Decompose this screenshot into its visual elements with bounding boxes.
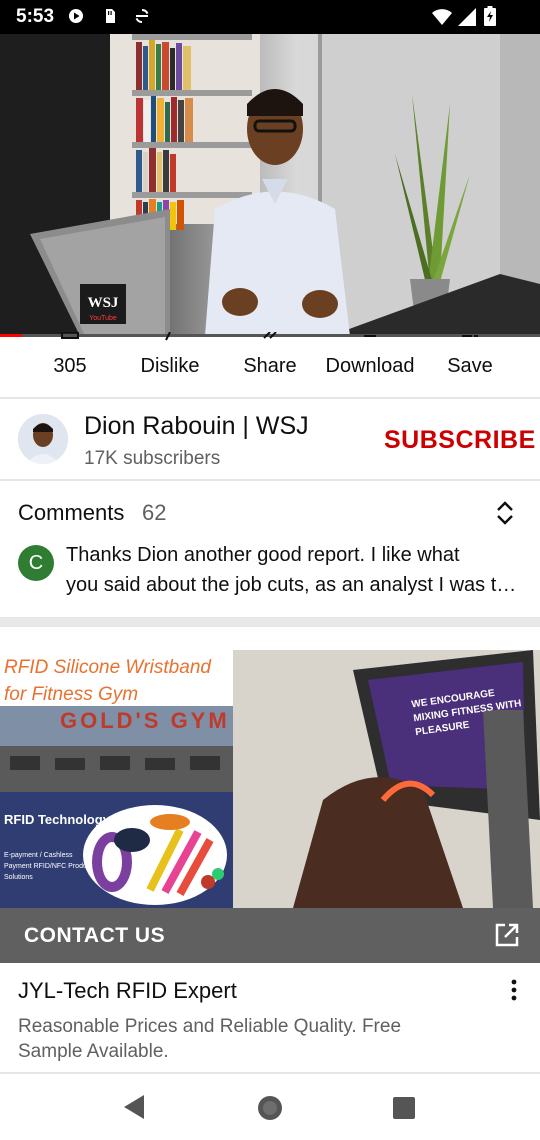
contact-us-label: CONTACT US <box>24 924 166 947</box>
dislike-label: Dislike <box>140 355 200 377</box>
progress-fill <box>0 334 22 337</box>
back-icon[interactable] <box>120 1092 148 1122</box>
top-comment: Thanks Dion another good report. I like … <box>66 540 524 600</box>
ad-description: Reasonable Prices and Reliable Quality. … <box>18 1016 402 1062</box>
system-nav-bar <box>0 1074 540 1140</box>
sync-disabled-icon <box>135 9 149 23</box>
commenter-avatar: C <box>18 545 54 581</box>
avatar-image <box>18 414 68 464</box>
divider <box>0 479 540 481</box>
wristbands-image <box>83 805 227 905</box>
comments-count: 62 <box>142 500 167 525</box>
youtube-play-icon <box>69 9 83 23</box>
video-frame: WSJ YouTube <box>0 34 540 336</box>
ad-title[interactable]: JYL-Tech RFID Expert <box>18 978 237 1004</box>
save-label: Save <box>447 355 493 377</box>
like-icon <box>61 332 79 339</box>
dislike-icon <box>165 332 171 341</box>
subscriber-count: 17K subscribers <box>84 448 221 469</box>
more-options-icon[interactable] <box>506 978 522 1002</box>
sim-card-icon <box>106 9 115 23</box>
wifi-icon <box>432 9 452 25</box>
channel-avatar[interactable] <box>18 414 68 464</box>
divider <box>0 397 540 399</box>
comments-section[interactable]: Comments 62 C Thanks Dion another good r… <box>0 484 540 612</box>
comment-line: you said about the job cuts, as an analy… <box>66 574 524 596</box>
status-time: 5:53 <box>16 6 55 27</box>
download-label: Download <box>325 355 415 377</box>
gym-sign: GOLD'S GYM <box>60 708 230 733</box>
save-icon <box>462 335 478 337</box>
video-sub-watermark: YouTube <box>89 315 117 322</box>
signal-icon <box>458 8 476 26</box>
open-external-icon[interactable] <box>494 922 520 948</box>
section-separator <box>0 617 540 627</box>
comment-line: Thanks Dion another good report. I like … <box>66 544 460 566</box>
ad-image-left[interactable]: RFID Silicone Wristband for Fitness Gym … <box>0 650 233 908</box>
ad-image-right[interactable]: WE ENCOURAGE MIXING FITNESS WITH PLEASUR… <box>233 650 540 908</box>
status-bar: 5:53 <box>0 0 540 34</box>
share-label: Share <box>243 355 297 377</box>
home-icon[interactable] <box>254 1092 286 1124</box>
like-count: 305 <box>53 355 87 377</box>
channel-name[interactable]: Dion Rabouin | WSJ <box>84 412 309 441</box>
subscribe-button[interactable]: SUBSCRIBE <box>384 426 536 455</box>
battery-icon <box>484 6 496 26</box>
comments-title: Comments <box>18 500 125 525</box>
video-watermark: WSJ <box>88 295 119 311</box>
download-icon <box>364 335 376 337</box>
video-player[interactable]: WSJ YouTube <box>0 34 540 336</box>
recents-icon[interactable] <box>390 1094 418 1122</box>
share-icon <box>263 332 277 339</box>
expand-icon[interactable] <box>494 500 516 526</box>
